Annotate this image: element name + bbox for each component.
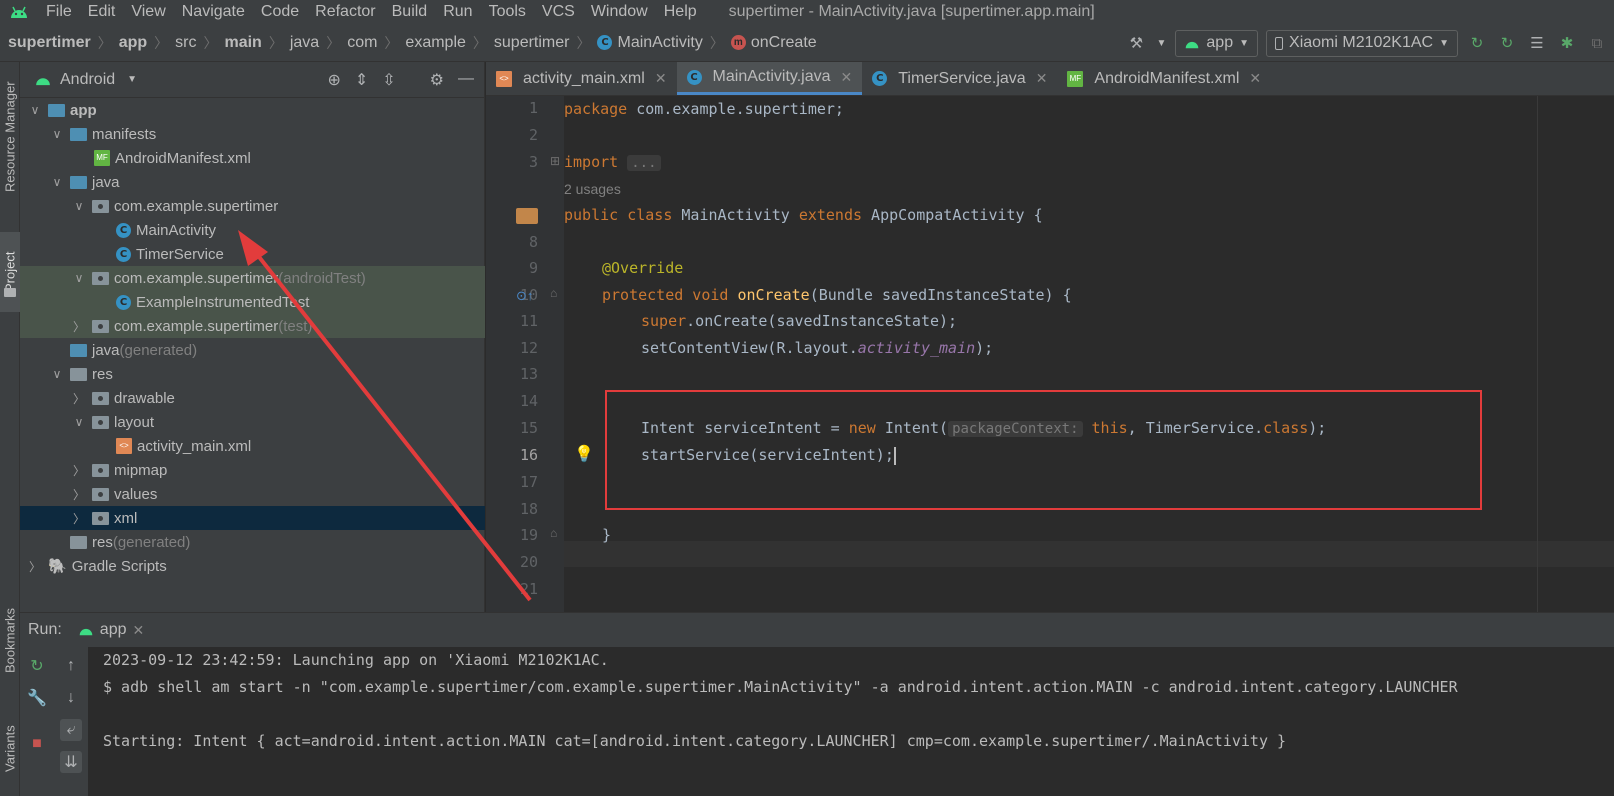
rerun-icon[interactable]: ↻: [26, 655, 48, 677]
wrench-icon[interactable]: 🔧: [26, 687, 48, 709]
run-label: Run:: [28, 621, 62, 638]
scroll-to-end-icon[interactable]: ⇊: [60, 751, 82, 773]
run-panel: Run: app ✕ ↻ ↑ 🔧 ↓ ⤶ ■ ⇊ 2023-09-12 23:4…: [20, 612, 1614, 796]
ide-window: File Edit View Navigate Code Refactor Bu…: [0, 0, 1614, 796]
run-tab-label: app: [99, 621, 127, 638]
run-tab-app[interactable]: app ✕: [78, 621, 144, 639]
arrow-up-icon[interactable]: ↑: [60, 655, 82, 677]
console-output[interactable]: 2023-09-12 23:42:59: Launching app on 'X…: [103, 647, 1614, 755]
run-panel-header: Run: app ✕: [20, 613, 1614, 647]
android-icon: [79, 628, 93, 635]
console-line: Starting: Intent { act=android.intent.ac…: [103, 732, 1287, 750]
run-toolbar: ↻ ↑ 🔧 ↓ ⤶ ■ ⇊: [20, 647, 88, 796]
arrow-down-icon[interactable]: ↓: [60, 687, 82, 709]
soft-wrap-icon[interactable]: ⤶: [60, 719, 82, 741]
console-line: $ adb shell am start -n "com.example.sup…: [103, 678, 1458, 696]
stop-icon[interactable]: ■: [26, 733, 48, 755]
console-line: 2023-09-12 23:42:59: Launching app on 'X…: [103, 651, 609, 669]
close-icon[interactable]: ✕: [133, 622, 145, 639]
